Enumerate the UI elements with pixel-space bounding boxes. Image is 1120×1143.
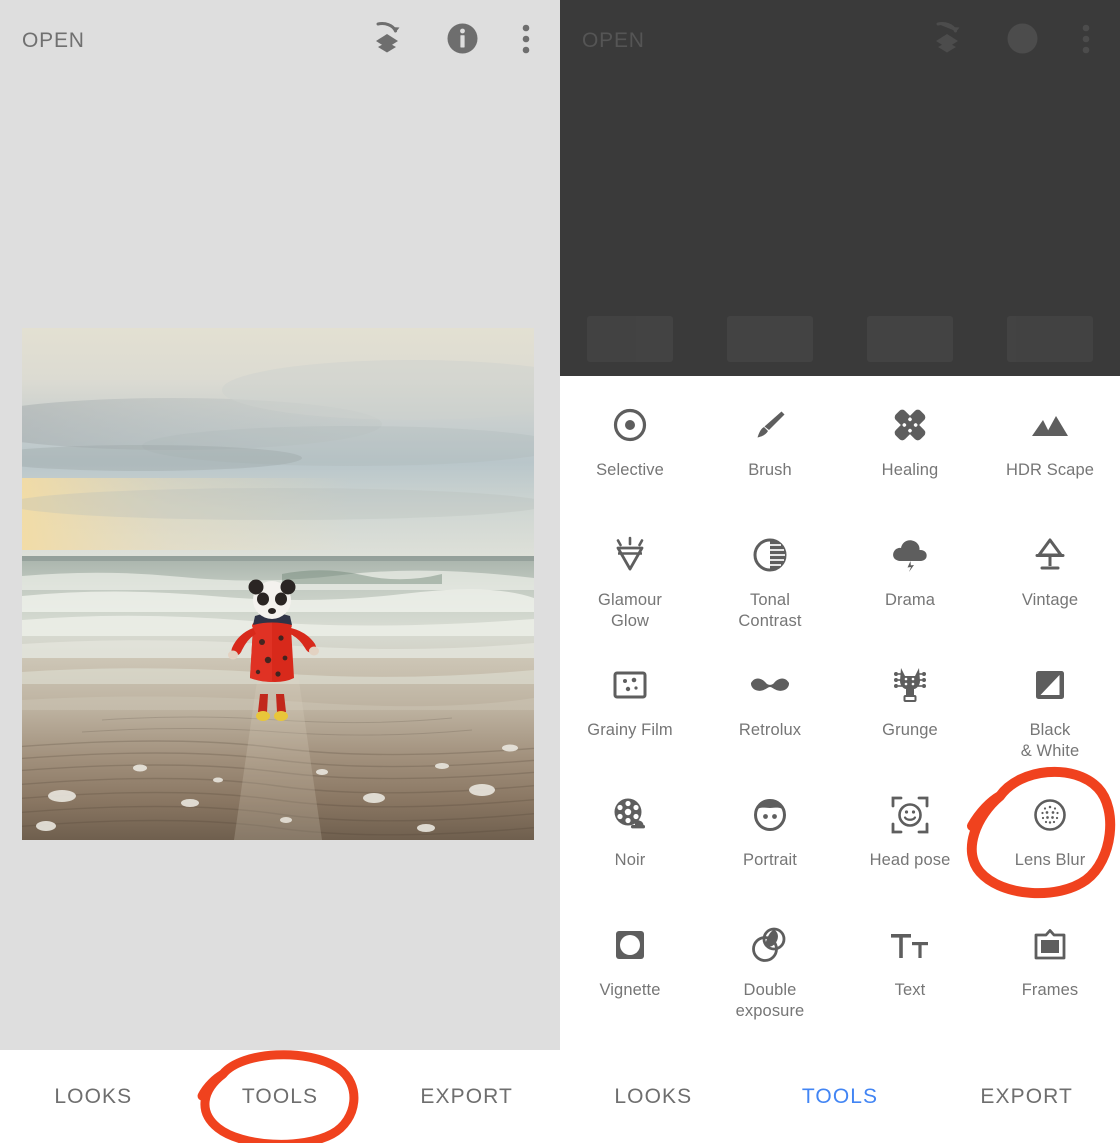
tool-glamour-glow[interactable]: Glamour Glow (560, 520, 700, 650)
head-pose-icon (889, 794, 931, 836)
left-screen: OPEN LOOKS TOOLS EXPORT (0, 0, 560, 1143)
tool-portrait[interactable]: Portrait (700, 780, 840, 910)
ghost-cell (700, 302, 840, 376)
tool-vintage[interactable]: Vintage (980, 520, 1120, 650)
tool-label: Grunge (882, 721, 938, 739)
tool-label: Portrait (743, 851, 797, 869)
tool-black-and-white[interactable]: Black & White (980, 650, 1120, 780)
ghost-cell (840, 302, 980, 376)
tab-export[interactable]: EXPORT (373, 1085, 560, 1109)
tool-tonal-contrast[interactable]: Tonal Contrast (700, 520, 840, 650)
tool-label: Tonal Contrast (738, 591, 802, 631)
ghost-cell (980, 302, 1120, 376)
selective-icon (609, 404, 651, 446)
grainy-film-icon (609, 664, 651, 706)
tool-healing[interactable]: Healing (840, 390, 980, 520)
tool-drama[interactable]: Drama (840, 520, 980, 650)
text-icon (889, 924, 931, 966)
tool-retrolux[interactable]: Retrolux (700, 650, 840, 780)
right-bottom-tabbar: LOOKS TOOLS EXPORT (560, 1050, 1120, 1143)
tool-frames[interactable]: Frames (980, 910, 1120, 1040)
info-icon[interactable] (1007, 23, 1038, 59)
overflow-menu-icon[interactable] (522, 24, 530, 59)
tool-label: Selective (596, 461, 664, 479)
tool-grunge[interactable]: Grunge (840, 650, 980, 780)
ghost-cell (560, 302, 700, 376)
tool-row: Noir Portrait Head pose Lens Blur (560, 780, 1120, 910)
tool-hdr-scape[interactable]: HDR Scape (980, 390, 1120, 520)
undo-stack-icon[interactable] (931, 21, 963, 61)
open-button[interactable]: OPEN (22, 29, 85, 53)
tool-row: Glamour Glow Tonal Contrast Drama Vintag… (560, 520, 1120, 650)
healing-icon (889, 404, 931, 446)
tool-row: Vignette Double exposure Text Frames (560, 910, 1120, 1040)
left-photo-canvas (0, 82, 560, 1050)
tool-label: Glamour Glow (598, 591, 662, 631)
left-app-header: OPEN (0, 0, 560, 82)
brush-icon (749, 404, 791, 446)
tab-tools[interactable]: TOOLS (747, 1085, 934, 1109)
right-screen: OPEN Selective Brush Healing HDR Scape G… (560, 0, 1120, 1143)
tool-label: Brush (748, 461, 792, 479)
undo-stack-icon[interactable] (371, 21, 403, 61)
tool-label: Retrolux (738, 721, 802, 739)
dual-screenshot-container: OPEN LOOKS TOOLS EXPORT OPEN Selective B… (0, 0, 1120, 1143)
noir-icon (609, 794, 651, 836)
retrolux-icon (749, 664, 791, 706)
tab-tools[interactable]: TOOLS (187, 1085, 374, 1109)
tool-grainy-film[interactable]: Grainy Film (560, 650, 700, 780)
tool-label: Double exposure (735, 981, 805, 1021)
tab-looks[interactable]: LOOKS (560, 1085, 747, 1109)
tonal-contrast-icon (749, 534, 791, 576)
double-exposure-icon (749, 924, 791, 966)
tool-label: Vignette (599, 981, 661, 999)
grunge-icon (889, 664, 931, 706)
tool-lens-blur[interactable]: Lens Blur (980, 780, 1120, 910)
tool-label: Black & White (1020, 721, 1080, 761)
tool-label: Vintage (1021, 591, 1079, 609)
tool-label: Frames (1021, 981, 1079, 999)
tool-double-exposure[interactable]: Double exposure (700, 910, 840, 1040)
photo-preview[interactable] (22, 328, 534, 840)
vintage-icon (1029, 534, 1071, 576)
glamour-glow-icon (609, 534, 651, 576)
tab-looks[interactable]: LOOKS (0, 1085, 187, 1109)
left-header-icon-group (371, 21, 538, 61)
tool-noir[interactable]: Noir (560, 780, 700, 910)
right-app-header: OPEN (560, 0, 1120, 82)
tool-brush[interactable]: Brush (700, 390, 840, 520)
tool-label: Text (894, 981, 926, 999)
overflow-menu-icon[interactable] (1082, 24, 1090, 59)
tool-label: Grainy Film (587, 721, 673, 739)
portrait-icon (749, 794, 791, 836)
tools-grid: Selective Brush Healing HDR Scape Glamou… (560, 376, 1120, 1040)
lens-blur-icon (1029, 794, 1071, 836)
hdr-scape-icon (1029, 404, 1071, 446)
tool-label: Drama (884, 591, 935, 609)
info-icon[interactable] (447, 23, 478, 59)
tool-label: Healing (881, 461, 939, 479)
tool-head-pose[interactable]: Head pose (840, 780, 980, 910)
tool-row: Selective Brush Healing HDR Scape (560, 390, 1120, 520)
vignette-icon (609, 924, 651, 966)
tool-label: Noir (614, 851, 646, 869)
drama-icon (889, 534, 931, 576)
black-and-white-icon (1029, 664, 1071, 706)
tab-export[interactable]: EXPORT (933, 1085, 1120, 1109)
ghost-tool-row (560, 302, 1120, 376)
frames-icon (1029, 924, 1071, 966)
tool-label: Lens Blur (1014, 851, 1086, 869)
tool-text[interactable]: Text (840, 910, 980, 1040)
tool-label: HDR Scape (1005, 461, 1095, 479)
left-bottom-tabbar: LOOKS TOOLS EXPORT (0, 1050, 560, 1143)
tool-label: Head pose (869, 851, 951, 869)
open-button[interactable]: OPEN (582, 29, 645, 53)
tool-selective[interactable]: Selective (560, 390, 700, 520)
right-header-icon-group (931, 21, 1098, 61)
tool-vignette[interactable]: Vignette (560, 910, 700, 1040)
tool-row: Grainy Film Retrolux Grunge Black & Whit… (560, 650, 1120, 780)
